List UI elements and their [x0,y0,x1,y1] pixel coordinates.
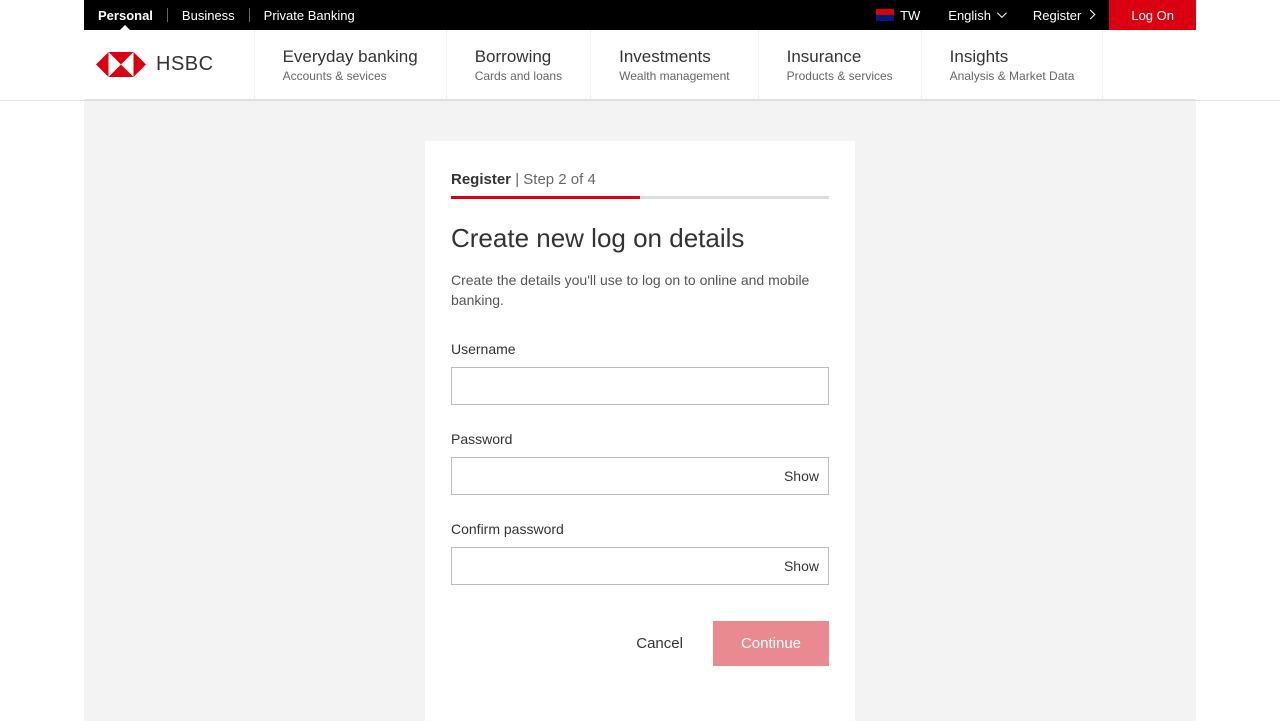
confirm-password-label: Confirm password [451,521,829,537]
hsbc-hexagon-icon [96,52,146,77]
segment-private-banking[interactable]: Private Banking [250,0,369,30]
page-description: Create the details you'll use to log on … [451,270,829,311]
nav-title: Investments [619,47,730,67]
confirm-password-input[interactable] [451,547,829,585]
username-label: Username [451,341,829,357]
flag-icon [876,9,894,21]
locale-code: TW [900,8,920,23]
page-title: Create new log on details [451,223,829,254]
step-title: Register [451,171,511,188]
register-link[interactable]: Register [1019,0,1109,30]
nav-sub: Accounts & sevices [283,69,418,83]
progress-bar [451,196,829,199]
show-password-button[interactable]: Show [784,457,819,495]
password-label: Password [451,431,829,447]
register-form-card: Register | Step 2 of 4 Create new log on… [425,141,855,721]
step-separator: | [511,171,523,188]
username-input[interactable] [451,367,829,405]
nav-sub: Analysis & Market Data [950,69,1075,83]
chevron-right-icon [1087,11,1095,19]
nav-sub: Cards and loans [475,69,562,83]
register-label: Register [1033,8,1081,23]
top-right: TW English Register Log On [862,0,1196,30]
cancel-button[interactable]: Cancel [636,635,683,652]
segment-links: Personal Business Private Banking [84,0,369,30]
language-selector[interactable]: English [934,0,1019,30]
segment-business[interactable]: Business [168,0,249,30]
show-confirm-password-button[interactable]: Show [784,547,819,585]
nav-everyday-banking[interactable]: Everyday banking Accounts & sevices [254,30,446,99]
nav-insights[interactable]: Insights Analysis & Market Data [921,30,1104,99]
top-bar: Personal Business Private Banking TW Eng… [84,0,1196,30]
nav-borrowing[interactable]: Borrowing Cards and loans [446,30,590,99]
logon-button[interactable]: Log On [1109,0,1196,30]
chevron-down-icon [997,11,1005,19]
progress-fill [451,196,640,199]
language-label: English [948,8,991,23]
continue-button[interactable]: Continue [713,621,829,666]
segment-personal[interactable]: Personal [84,0,167,30]
nav-sub: Wealth management [619,69,730,83]
brand-logo[interactable]: HSBC [84,52,254,77]
content-area: Register | Step 2 of 4 Create new log on… [84,101,1196,721]
nav-title: Insurance [787,47,893,67]
nav-insurance[interactable]: Insurance Products & services [758,30,921,99]
step-counter: Step 2 of 4 [523,171,596,188]
brand-name: HSBC [156,53,214,76]
locale-selector[interactable]: TW [862,0,934,30]
step-header: Register | Step 2 of 4 [451,171,829,188]
password-input[interactable] [451,457,829,495]
nav-title: Insights [950,47,1075,67]
nav-sub: Products & services [787,69,893,83]
nav-investments[interactable]: Investments Wealth management [590,30,758,99]
nav-title: Borrowing [475,47,562,67]
nav-title: Everyday banking [283,47,418,67]
main-nav: HSBC Everyday banking Accounts & sevices… [84,30,1196,100]
